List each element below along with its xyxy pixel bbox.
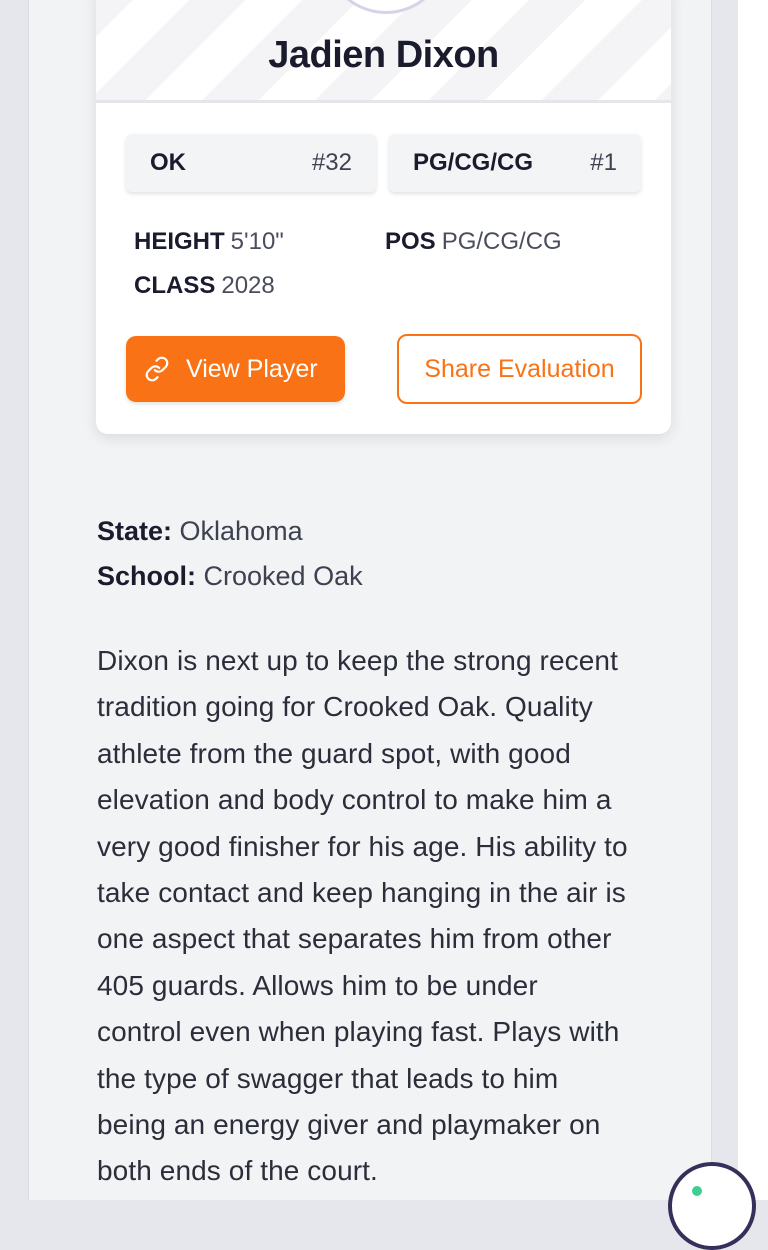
height-label: HEIGHT [134, 228, 225, 255]
right-margin [738, 0, 768, 1200]
share-evaluation-label: Share Evaluation [424, 355, 615, 383]
bio-line: both ends of the court. [97, 1155, 378, 1187]
badge-position-label: PG/CG/CG [413, 149, 534, 176]
position-label: POS [385, 228, 436, 255]
view-player-button[interactable]: View Player [126, 336, 345, 402]
link-icon [145, 356, 169, 382]
school-row: School: Crooked Oak [97, 561, 363, 592]
evaluation-text: Dixon is next up to keep the strong rece… [97, 638, 687, 1195]
state-rank-badge: OK #32 [126, 134, 376, 192]
height-stat: HEIGHT 5'10" [134, 228, 284, 256]
position-rank-badge: PG/CG/CG #1 [389, 134, 641, 192]
class-value: 2028 [221, 272, 275, 299]
bio-line: being an energy giver and playmaker on [97, 1109, 601, 1141]
bio-line: elevation and body control to make him a [97, 784, 612, 816]
cookie-icon[interactable] [668, 1162, 756, 1250]
badge-state-label: OK [150, 149, 186, 176]
bio-line: control even when playing fast. Plays wi… [97, 1016, 620, 1048]
bio-line: very good finisher for his age. His abil… [97, 830, 628, 862]
avatar [324, 0, 448, 14]
bio-line: take contact and keep hanging in the air… [97, 877, 626, 909]
badge-position-rank: #1 [590, 149, 617, 176]
view-player-label: View Player [186, 355, 318, 383]
bio-line: one aspect that separates him from other [97, 923, 612, 955]
bio-line: Dixon is next up to keep the strong rece… [97, 645, 618, 676]
bio-line: 405 guards. Allows him to be under [97, 969, 538, 1001]
player-name: Jadien Dixon [268, 34, 499, 76]
school-label: School: [97, 561, 196, 591]
school-value: Crooked Oak [203, 561, 363, 591]
cookie-dot [692, 1186, 702, 1196]
bio-line: the type of swagger that leads to him [97, 1062, 559, 1094]
badge-state-rank: #32 [311, 149, 352, 176]
class-label: CLASS [134, 272, 216, 299]
class-stat: CLASS 2028 [134, 272, 275, 300]
position-stat: POS PG/CG/CG [385, 228, 562, 256]
bio-line: athlete from the guard spot, with good [97, 737, 571, 769]
share-evaluation-button[interactable]: Share Evaluation [397, 334, 642, 404]
card-header: Jadien Dixon [96, 0, 671, 103]
height-value: 5'10" [230, 228, 284, 255]
state-row: State: Oklahoma [97, 516, 303, 547]
player-card: Jadien Dixon OK #32 PG/CG/CG #1 HEIGHT 5'… [96, 0, 671, 434]
position-value: PG/CG/CG [441, 228, 562, 255]
state-value: Oklahoma [179, 516, 303, 546]
bio-line: tradition going for Crooked Oak. Quality [97, 691, 593, 723]
state-label: State: [97, 516, 173, 546]
